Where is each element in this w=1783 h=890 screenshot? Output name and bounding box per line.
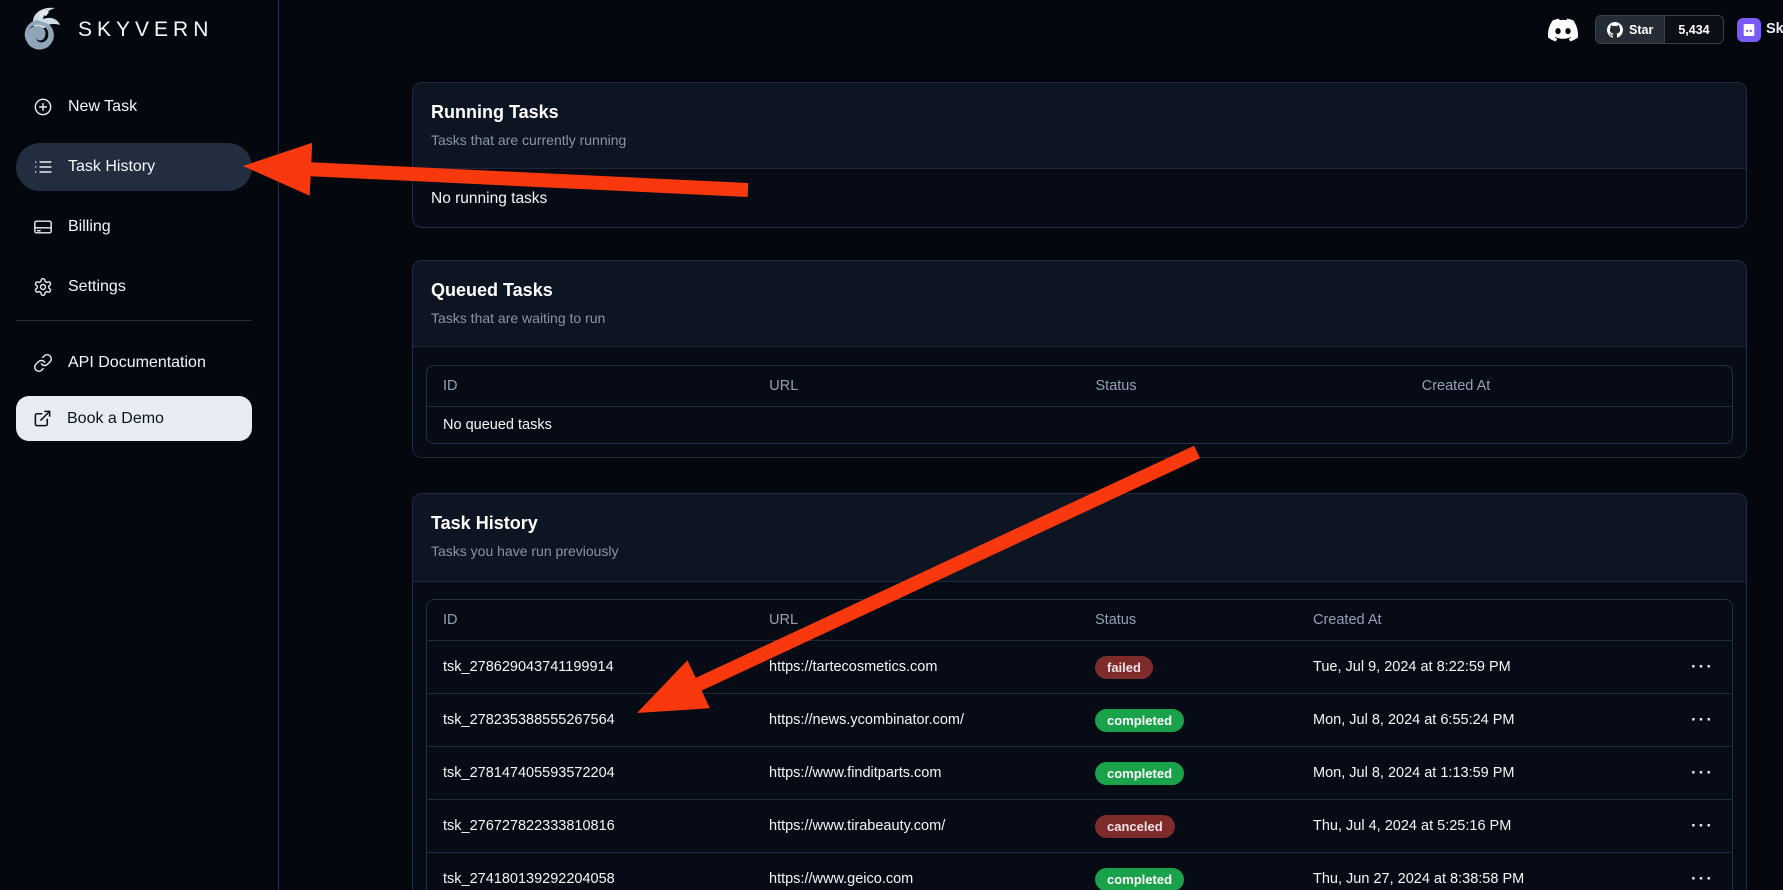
sidebar-item-new-task[interactable]: New Task [16, 83, 252, 131]
table-row[interactable]: tsk_276727822333810816 https://www.tirab… [427, 799, 1732, 852]
queued-tasks-empty-state: No queued tasks [427, 406, 1732, 443]
sidebar-item-task-history[interactable]: Task History [16, 143, 252, 191]
gear-icon [33, 277, 53, 297]
task-status-cell: completed [1079, 868, 1297, 890]
sidebar-item-label: New Task [68, 98, 137, 116]
task-url-cell: https://news.ycombinator.com/ [753, 712, 1079, 728]
brand-logo: SKYVERN [20, 4, 213, 56]
status-badge: completed [1095, 762, 1184, 785]
task-url-cell: https://www.geico.com [753, 871, 1079, 887]
running-tasks-card: Running Tasks Tasks that are currently r… [412, 82, 1747, 228]
column-header-id: ID [427, 378, 753, 394]
task-url-cell: https://www.finditparts.com [753, 765, 1079, 781]
card-title: Task History [431, 513, 1728, 534]
task-id-cell: tsk_274180139292204058 [427, 871, 753, 887]
task-created-at-cell: Tue, Jul 9, 2024 at 8:22:59 PM [1297, 659, 1632, 675]
task-id-cell: tsk_278629043741199914 [427, 659, 753, 675]
task-status-cell: failed [1079, 656, 1297, 679]
column-header-id: ID [427, 612, 753, 628]
column-header-url: URL [753, 612, 1079, 628]
card-title: Running Tasks [431, 102, 1728, 123]
sidebar-item-label: Task History [68, 158, 155, 176]
task-history-table: ID URL Status Created At tsk_27862904374… [426, 599, 1733, 890]
running-tasks-empty-state: No running tasks [413, 169, 1746, 228]
task-status-cell: canceled [1079, 815, 1297, 838]
card-title: Queued Tasks [431, 280, 1728, 301]
list-icon [33, 157, 53, 177]
queued-tasks-card: Queued Tasks Tasks that are waiting to r… [412, 260, 1747, 458]
external-link-icon [33, 409, 52, 428]
card-subtitle: Tasks that are waiting to run [431, 310, 1728, 326]
task-created-at-cell: Mon, Jul 8, 2024 at 1:13:59 PM [1297, 765, 1632, 781]
github-star-label: Star [1629, 23, 1653, 37]
table-row[interactable]: tsk_274180139292204058 https://www.geico… [427, 852, 1732, 890]
status-badge: canceled [1095, 815, 1175, 838]
task-url-cell: https://tartecosmetics.com [753, 659, 1079, 675]
sidebar-item-label: Book a Demo [67, 410, 164, 428]
task-id-cell: tsk_276727822333810816 [427, 818, 753, 834]
task-status-cell: completed [1079, 762, 1297, 785]
row-actions-button[interactable]: ··· [1632, 816, 1732, 836]
column-header-created-at: Created At [1406, 378, 1732, 394]
discord-icon[interactable] [1548, 15, 1578, 45]
row-actions-button[interactable]: ··· [1632, 710, 1732, 730]
task-status-cell: completed [1079, 709, 1297, 732]
credit-card-icon [33, 217, 53, 237]
skyvern-dragon-icon [20, 4, 66, 56]
task-created-at-cell: Mon, Jul 8, 2024 at 6:55:24 PM [1297, 712, 1632, 728]
table-row[interactable]: tsk_278629043741199914 https://tartecosm… [427, 640, 1732, 693]
org-avatar-icon [1741, 22, 1757, 38]
running-tasks-header: Running Tasks Tasks that are currently r… [413, 83, 1746, 169]
sidebar-item-settings[interactable]: Settings [16, 263, 252, 311]
card-subtitle: Tasks you have run previously [431, 543, 1728, 559]
column-header-status: Status [1079, 612, 1297, 628]
queued-tasks-table: ID URL Status Created At No queued tasks [426, 365, 1733, 444]
table-header-row: ID URL Status Created At [427, 366, 1732, 406]
account-name[interactable]: Sk [1766, 21, 1783, 37]
column-header-status: Status [1080, 378, 1406, 394]
link-icon [33, 353, 53, 373]
task-id-cell: tsk_278235388555267564 [427, 712, 753, 728]
sidebar-item-book-a-demo[interactable]: Book a Demo [16, 396, 252, 441]
sidebar-divider [16, 320, 252, 321]
sidebar: SKYVERN New Task Task History Billing Se… [0, 0, 279, 890]
sidebar-item-label: Settings [68, 278, 126, 296]
github-star-button[interactable]: Star 5,434 [1595, 15, 1724, 44]
empty-text: No queued tasks [427, 417, 568, 433]
task-created-at-cell: Thu, Jul 4, 2024 at 5:25:16 PM [1297, 818, 1632, 834]
row-actions-button[interactable]: ··· [1632, 763, 1732, 783]
queued-tasks-header: Queued Tasks Tasks that are waiting to r… [413, 261, 1746, 347]
org-avatar[interactable] [1737, 18, 1761, 42]
task-history-header: Task History Tasks you have run previous… [413, 494, 1746, 582]
table-row[interactable]: tsk_278147405593572204 https://www.findi… [427, 746, 1732, 799]
brand-name: SKYVERN [78, 18, 213, 42]
column-header-url: URL [753, 378, 1079, 394]
sidebar-item-label: Billing [68, 218, 111, 236]
status-badge: completed [1095, 709, 1184, 732]
card-subtitle: Tasks that are currently running [431, 132, 1728, 148]
github-logo-icon [1607, 22, 1623, 38]
sidebar-item-billing[interactable]: Billing [16, 203, 252, 251]
table-row[interactable]: tsk_278235388555267564 https://news.ycom… [427, 693, 1732, 746]
table-header-row: ID URL Status Created At [427, 600, 1732, 640]
task-url-cell: https://www.tirabeauty.com/ [753, 818, 1079, 834]
status-badge: failed [1095, 656, 1153, 679]
row-actions-button[interactable]: ··· [1632, 657, 1732, 677]
task-created-at-cell: Thu, Jun 27, 2024 at 8:38:58 PM [1297, 871, 1632, 887]
plus-circle-icon [33, 97, 53, 117]
task-id-cell: tsk_278147405593572204 [427, 765, 753, 781]
sidebar-item-label: API Documentation [68, 354, 206, 372]
sidebar-item-api-documentation[interactable]: API Documentation [16, 339, 252, 387]
github-star-segment[interactable]: Star [1596, 16, 1664, 43]
row-actions-button[interactable]: ··· [1632, 869, 1732, 889]
status-badge: completed [1095, 868, 1184, 890]
column-header-created-at: Created At [1297, 612, 1632, 628]
task-history-card: Task History Tasks you have run previous… [412, 493, 1747, 890]
github-star-count[interactable]: 5,434 [1664, 16, 1722, 43]
